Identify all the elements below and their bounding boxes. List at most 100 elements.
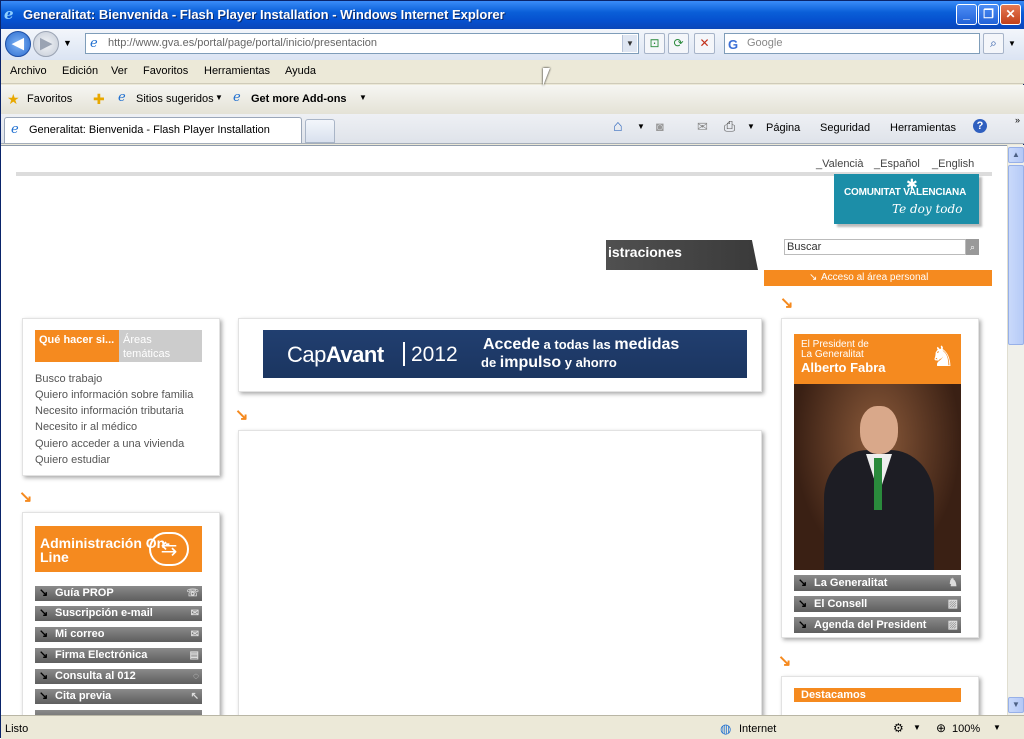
feeds-icon[interactable]: ◙ (656, 119, 664, 134)
menu-ayuda[interactable]: Ayuda (285, 65, 316, 77)
arrow-icon: ↘ (798, 598, 808, 610)
tab-que-hacer[interactable]: Qué hacer si... (35, 330, 119, 362)
president-photo[interactable] (794, 384, 961, 570)
close-button[interactable]: ✕ (1000, 4, 1021, 25)
get-addons-link[interactable]: Get more Add-ons (251, 93, 347, 105)
mouse-cursor-icon (543, 68, 550, 86)
search-go-icon[interactable]: ⌕ (983, 33, 1004, 54)
cursor-icon: ↖ (190, 691, 199, 702)
menu-edicion[interactable]: Edición (62, 65, 98, 77)
suggested-dropdown-icon[interactable]: ▼ (215, 93, 223, 102)
new-tab-button[interactable] (305, 119, 335, 143)
personal-area-link[interactable]: ↘ Acceso al área personal (764, 270, 992, 286)
tab-active[interactable]: e Generalitat: Bienvenida - Flash Player… (4, 117, 302, 143)
capavant-banner[interactable]: CapAvant 2012 Accede a todas las medidas… (263, 330, 747, 378)
lang-valencia-link[interactable]: _Valencià (816, 158, 864, 170)
add-favorite-icon[interactable]: ✚ (93, 91, 105, 108)
tab-title: Generalitat: Bienvenida - Flash Player I… (29, 124, 270, 136)
address-toolbar: ◀ ▶ ▼ e http://www.gva.es/portal/page/po… (1, 29, 1024, 60)
favorites-button[interactable]: Favoritos (27, 93, 72, 105)
favorites-bar: ★ Favoritos ✚ e Sitios sugeridos ▼ e Get… (1, 85, 1024, 114)
menu-archivo[interactable]: Archivo (10, 65, 47, 77)
home-icon[interactable]: ⌂ (613, 118, 623, 136)
tab-areas-tematicas[interactable]: Áreas temáticas (119, 330, 202, 362)
menu-bar: Archivo Edición Ver Favoritos Herramient… (1, 60, 1024, 84)
chevron-more-icon[interactable]: » (1015, 115, 1020, 125)
address-input[interactable]: e http://www.gva.es/portal/page/portal/i… (85, 33, 639, 54)
firma-electronica-button[interactable]: ↘ Firma Electrónica ▤ (35, 648, 202, 663)
menu-herramientas[interactable]: Herramientas (204, 65, 270, 77)
vertical-scrollbar[interactable]: ▲ ▼ (1007, 145, 1024, 715)
cita-previa-button[interactable]: ↘ Cita previa ↖ (35, 689, 202, 704)
link-busco-trabajo[interactable]: Busco trabajo (35, 373, 102, 385)
address-dropdown-icon[interactable]: ▼ (622, 35, 637, 52)
scroll-thumb[interactable] (1008, 165, 1024, 345)
link-vivienda[interactable]: Quiero acceder a una vivienda (35, 438, 184, 450)
menu-favoritos[interactable]: Favoritos (143, 65, 188, 77)
favorites-star-icon: ★ (7, 91, 20, 107)
banner-brand: CapAvant (287, 342, 384, 367)
lang-espanol-link[interactable]: _Español (874, 158, 920, 170)
site-search-button[interactable]: ⌕ (966, 239, 979, 255)
search-options-icon[interactable]: ▼ (1008, 39, 1016, 48)
minimize-button[interactable]: _ (956, 4, 977, 25)
help-icon[interactable]: ? (973, 119, 987, 133)
destacamos-header[interactable]: Destacamos (794, 688, 961, 702)
consulta-012-button[interactable]: ↘ Consulta al 012 ◌ (35, 669, 202, 684)
recent-pages-dropdown-icon[interactable]: ▼ (63, 38, 72, 48)
suggested-sites-link[interactable]: Sitios sugeridos (136, 93, 214, 105)
logo-text: COMUNITAT VALENCIANA (844, 187, 967, 198)
mi-correo-button[interactable]: ↘ Mi correo ✉ (35, 627, 202, 642)
mail-icon[interactable]: ✉ (697, 119, 708, 135)
search-placeholder: Google (747, 37, 783, 49)
protected-mode-icon[interactable]: ⚙ (893, 721, 904, 735)
scroll-down-icon[interactable]: ▼ (1008, 697, 1024, 713)
el-consell-button[interactable]: ↘ El Consell ▨ (794, 596, 961, 612)
restore-button[interactable]: ❐ (978, 4, 999, 25)
zoom-level[interactable]: 100% (952, 723, 980, 735)
la-generalitat-button[interactable]: ↘ La Generalitat ♞ (794, 575, 961, 591)
menu-ver[interactable]: Ver (111, 65, 128, 77)
print-icon[interactable]: ⎙ (724, 118, 735, 135)
tools-menu[interactable]: Herramientas (890, 122, 956, 134)
back-button[interactable]: ◀ (5, 31, 31, 57)
stop-icon[interactable]: ✕ (694, 33, 715, 54)
arrow-icon: ↘ (39, 628, 49, 640)
addons-dropdown-icon[interactable]: ▼ (359, 93, 367, 102)
scroll-up-icon[interactable]: ▲ (1008, 147, 1024, 163)
tab-page-icon: e (11, 122, 19, 137)
arrow-icon: ↘ (798, 619, 808, 631)
emblem-icon: ♞ (948, 577, 958, 589)
link-familia[interactable]: Quiero información sobre familia (35, 389, 193, 401)
administraciones-tab[interactable]: istraciones (606, 240, 758, 270)
protected-dropdown-icon[interactable]: ▼ (913, 723, 921, 732)
lang-english-link[interactable]: _English (932, 158, 974, 170)
site-search-input[interactable]: Buscar (784, 239, 966, 255)
arrow-icon: ↘ (39, 587, 49, 599)
president-header[interactable]: El President de La Generalitat Alberto F… (794, 334, 961, 384)
agenda-president-button[interactable]: ↘ Agenda del President ▨ (794, 617, 961, 633)
comunitat-valenciana-logo[interactable]: ✱ COMUNITAT VALENCIANA Te doy todo (834, 174, 979, 224)
page-left-margin (1, 146, 16, 715)
address-text: http://www.gva.es/portal/page/portal/ini… (108, 37, 378, 49)
search-input[interactable]: G Google (724, 33, 980, 54)
page-menu[interactable]: Página (766, 122, 800, 134)
banner-line1: Accede a todas las medidas (483, 336, 680, 353)
zoom-icon[interactable]: ⊕ (936, 721, 946, 735)
admin-online-icon: ⇆ (149, 532, 189, 566)
guia-prop-button[interactable]: ↘ Guía PROP ☏ (35, 586, 202, 601)
link-tributaria[interactable]: Necesito información tributaria (35, 405, 184, 417)
arrow-icon: ↘ (39, 690, 49, 702)
print-dropdown-icon[interactable]: ▼ (747, 122, 755, 131)
link-estudiar[interactable]: Quiero estudiar (35, 454, 110, 466)
forward-button[interactable]: ▶ (33, 31, 59, 57)
zoom-dropdown-icon[interactable]: ▼ (993, 723, 1001, 732)
compatibility-view-icon[interactable]: ⊡ (644, 33, 665, 54)
link-medico[interactable]: Necesito ir al médico (35, 421, 137, 433)
home-dropdown-icon[interactable]: ▼ (637, 122, 645, 131)
security-menu[interactable]: Seguridad (820, 122, 870, 134)
suscripcion-email-button[interactable]: ↘ Suscripción e-mail ✉ (35, 606, 202, 621)
page-viewport: _Valencià _Español _English ✱ COMUNITAT … (1, 145, 1007, 715)
prop-icon: ☏ (186, 588, 199, 599)
refresh-icon[interactable]: ⟳ (668, 33, 689, 54)
